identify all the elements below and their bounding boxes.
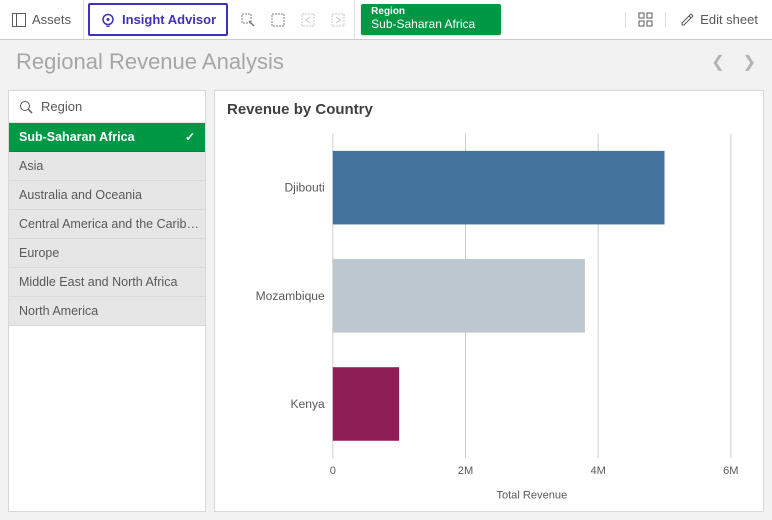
filter-item-label: Australia and Oceania	[19, 188, 142, 202]
step-forward-icon	[328, 10, 348, 30]
search-icon	[19, 100, 33, 114]
filter-item[interactable]: Central America and the Carib…	[9, 210, 205, 239]
prev-sheet-button[interactable]: ❮	[711, 52, 724, 72]
selection-value: Sub-Saharan Africa	[371, 17, 491, 31]
filter-item[interactable]: Sub-Saharan Africa ✓	[9, 123, 205, 152]
filter-item-label: Asia	[19, 159, 43, 173]
edit-sheet-label: Edit sheet	[700, 12, 758, 27]
sheet-title: Regional Revenue Analysis	[16, 49, 284, 75]
filter-list: Sub-Saharan Africa ✓ Asia Australia and Oce…	[9, 123, 205, 326]
selections-tool-icon[interactable]	[268, 10, 288, 30]
sheet-grid-button[interactable]	[625, 12, 665, 28]
insight-icon	[100, 12, 116, 28]
assets-button[interactable]: Assets	[0, 0, 84, 39]
svg-text:0: 0	[330, 465, 336, 477]
svg-text:Kenya: Kenya	[290, 397, 325, 411]
svg-text:4M: 4M	[590, 465, 605, 477]
panel-icon	[12, 13, 26, 27]
filter-item-label: Sub-Saharan Africa	[19, 130, 135, 144]
edit-sheet-button[interactable]: Edit sheet	[665, 12, 772, 27]
check-icon: ✓	[185, 130, 195, 144]
insight-advisor-button[interactable]: Insight Advisor	[88, 3, 228, 36]
filter-pane: Region Sub-Saharan Africa ✓ Asia Australia …	[8, 90, 206, 512]
filter-field-name: Region	[41, 99, 82, 114]
next-sheet-button[interactable]: ❯	[743, 52, 756, 72]
insight-label: Insight Advisor	[122, 12, 216, 27]
sheet-pager: ❮ ❯	[711, 52, 756, 72]
filter-item[interactable]: Middle East and North Africa	[9, 268, 205, 297]
chart-plot[interactable]: 0 2M 4M 6M Total Revenue Djibouti Mozambique Ke…	[227, 122, 751, 508]
filter-search-row[interactable]: Region	[9, 91, 205, 123]
filter-item-label: Middle East and North Africa	[19, 275, 177, 289]
assets-label: Assets	[32, 12, 71, 27]
smart-search-icon[interactable]	[238, 10, 258, 30]
svg-text:Mozambique: Mozambique	[256, 289, 325, 303]
svg-text:2M: 2M	[458, 465, 473, 477]
filter-item[interactable]: Asia	[9, 152, 205, 181]
filter-item[interactable]: Europe	[9, 239, 205, 268]
filter-item-label: Central America and the Carib…	[19, 217, 199, 231]
filter-item-label: Europe	[19, 246, 59, 260]
chart-card: Revenue by Country 0 2M 4M 6M Total Revenue D…	[214, 90, 764, 512]
selection-field-label: Region	[371, 7, 491, 17]
sheet-grid-icon	[638, 12, 654, 28]
step-back-icon	[298, 10, 318, 30]
selection-tools	[232, 0, 355, 39]
sheet-header: Regional Revenue Analysis ❮ ❯	[0, 40, 772, 84]
pencil-icon	[680, 13, 694, 27]
filter-item[interactable]: Australia and Oceania	[9, 181, 205, 210]
svg-text:6M: 6M	[723, 465, 738, 477]
svg-text:Total Revenue: Total Revenue	[496, 489, 567, 501]
filter-item-label: North America	[19, 304, 98, 318]
chart-title: Revenue by Country	[227, 101, 751, 118]
svg-text:Djibouti: Djibouti	[284, 181, 324, 195]
filter-item[interactable]: North America	[9, 297, 205, 326]
top-toolbar: Assets Insight Advisor Region Sub-Sahara…	[0, 0, 772, 40]
selection-pill-region[interactable]: Region Sub-Saharan Africa	[361, 4, 501, 35]
